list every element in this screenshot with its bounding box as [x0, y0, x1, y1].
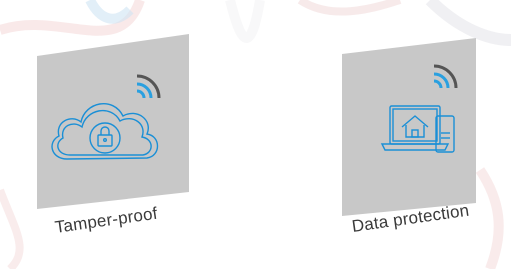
tamper-proof-panel-graphic	[37, 34, 189, 209]
panel-background	[342, 38, 476, 216]
feature-illustration: Tamper-proof Data protection	[0, 0, 511, 269]
feature-card-data-protection	[342, 38, 502, 216]
data-protection-panel-graphic	[342, 38, 476, 216]
panel-background	[37, 34, 189, 209]
feature-card-tamper-proof	[37, 34, 197, 209]
